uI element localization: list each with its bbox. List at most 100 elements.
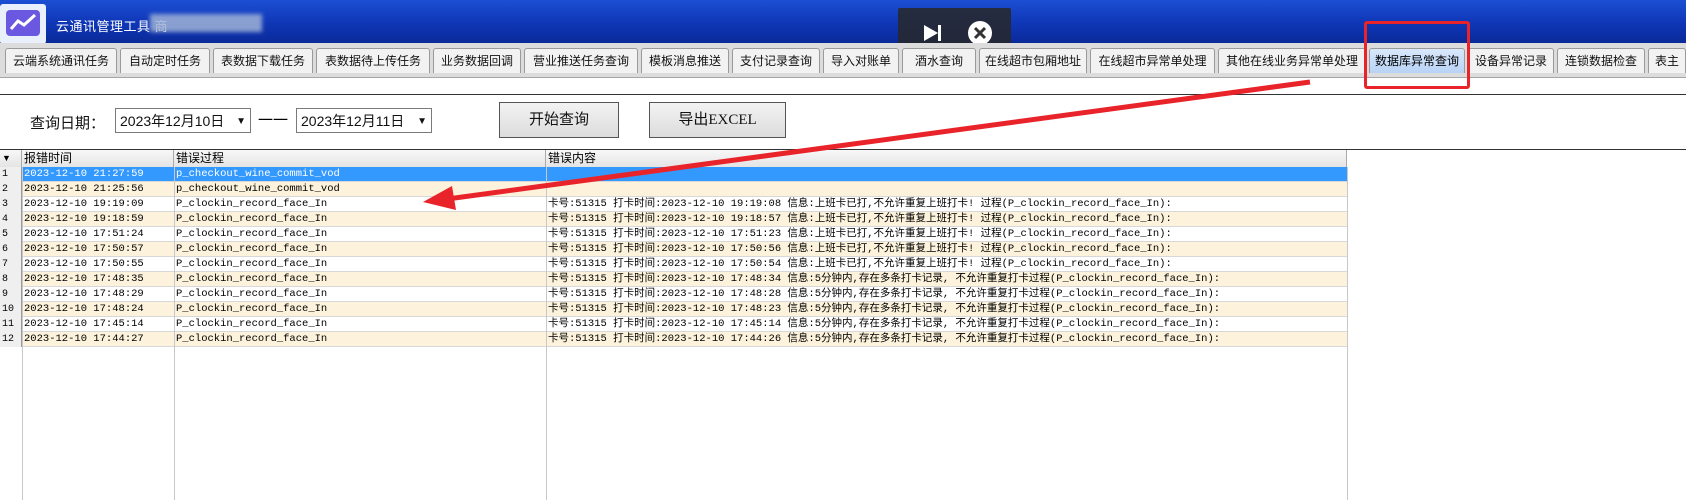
chevron-down-icon: ▼: [417, 116, 427, 127]
cell-process: P_clockin_record_face_In: [176, 273, 328, 285]
tab-chain-check[interactable]: 连锁数据检查: [1557, 48, 1645, 73]
cell-time: 2023-12-10 19:19:09: [24, 198, 144, 210]
col-divider: [174, 167, 175, 500]
cell-process: P_clockin_record_face_In: [176, 333, 328, 345]
tab-push-query[interactable]: 营业推送任务查询: [524, 48, 638, 73]
error-grid[interactable]: ▼ 报错时间 错误过程 错误内容 1 2023-12-10 21:27:59 p_c…: [0, 150, 1686, 500]
row-number: 6: [0, 242, 22, 257]
col-header-process[interactable]: 错误过程: [174, 150, 546, 167]
cell-time: 2023-12-10 17:50:57: [24, 243, 144, 255]
col-divider: [546, 167, 547, 500]
table-row[interactable]: 9 2023-12-10 17:48:29 P_clockin_record_fac…: [0, 287, 1347, 302]
end-date-value: 2023年12月11日: [301, 113, 405, 129]
tab-market-room[interactable]: 在线超市包厢地址: [979, 48, 1087, 73]
row-number: 1: [0, 167, 22, 182]
tab-business-callback[interactable]: 业务数据回调: [433, 48, 521, 73]
tab-other-exception[interactable]: 其他在线业务异常单处理: [1218, 48, 1366, 73]
tab-auto-timer[interactable]: 自动定时任务: [120, 48, 210, 73]
row-number: 3: [0, 197, 22, 212]
cell-time: 2023-12-10 17:50:55: [24, 258, 144, 270]
export-excel-button[interactable]: 导出EXCEL: [649, 102, 786, 138]
active-tab-highlight-box: [1364, 21, 1470, 89]
row-number: 9: [0, 287, 22, 302]
date-label: 查询日期：: [30, 115, 106, 132]
cell-time: 2023-12-10 17:51:24: [24, 228, 144, 240]
table-row[interactable]: 12 2023-12-10 17:44:27 P_clockin_record_fa…: [0, 332, 1347, 347]
cell-process: P_clockin_record_face_In: [176, 303, 328, 315]
cell-time: 2023-12-10 17:48:29: [24, 288, 144, 300]
cell-time: 2023-12-10 17:45:14: [24, 318, 144, 330]
tab-table-main[interactable]: 表主: [1648, 48, 1686, 73]
date-separator: 一一: [258, 112, 289, 129]
col-divider: [1347, 167, 1348, 500]
cell-time: 2023-12-10 17:48:35: [24, 273, 144, 285]
table-row[interactable]: 1 2023-12-10 21:27:59 p_checkout_wine_comm…: [0, 167, 1347, 182]
redacted-title-blur: [150, 14, 262, 32]
table-row[interactable]: 5 2023-12-10 17:51:24 P_clockin_record_fac…: [0, 227, 1347, 242]
start-date-picker[interactable]: 2023年12月10日 ▼: [115, 108, 251, 133]
cell-time: 2023-12-10 19:18:59: [24, 213, 144, 225]
cell-time: 2023-12-10 17:44:27: [24, 333, 144, 345]
table-row[interactable]: 10 2023-12-10 17:48:24 P_clockin_record_fa…: [0, 302, 1347, 317]
tab-import-statement[interactable]: 导入对账单: [823, 48, 899, 73]
row-number: 7: [0, 257, 22, 272]
col-header-time[interactable]: 报错时间: [22, 150, 174, 167]
cell-content: 卡号:51315 打卡时间:2023-12-10 17:48:28 信息:5分钟…: [548, 288, 1221, 300]
chevron-down-icon: ▼: [236, 116, 246, 127]
col-divider: [22, 167, 23, 500]
cell-process: P_clockin_record_face_In: [176, 318, 328, 330]
table-row[interactable]: 4 2023-12-10 19:18:59 P_clockin_record_fac…: [0, 212, 1347, 227]
cell-process: P_clockin_record_face_In: [176, 258, 328, 270]
start-date-value: 2023年12月10日: [120, 113, 225, 129]
end-date-picker[interactable]: 2023年12月11日 ▼: [296, 108, 432, 133]
start-query-button[interactable]: 开始查询: [499, 102, 619, 138]
tab-table-upload[interactable]: 表数据待上传任务: [316, 48, 430, 73]
row-number: 10: [0, 302, 22, 317]
row-number: 4: [0, 212, 22, 227]
table-row[interactable]: 3 2023-12-10 19:19:09 P_clockin_record_fac…: [0, 197, 1347, 212]
cell-content: 卡号:51315 打卡时间:2023-12-10 17:51:23 信息:上班卡…: [548, 228, 1172, 240]
cell-process: P_clockin_record_face_In: [176, 198, 328, 210]
table-row[interactable]: 7 2023-12-10 17:50:55 P_clockin_record_fac…: [0, 257, 1347, 272]
cell-content: 卡号:51315 打卡时间:2023-12-10 19:19:08 信息:上班卡…: [548, 198, 1172, 210]
row-number: 11: [0, 317, 22, 332]
cell-process: P_clockin_record_face_In: [176, 228, 328, 240]
query-panel: 查询日期： 2023年12月10日 ▼ 一一 2023年12月11日 ▼ 开始查询 …: [0, 94, 1686, 150]
grid-header: ▼ 报错时间 错误过程 错误内容: [0, 150, 1347, 168]
row-number: 8: [0, 272, 22, 287]
row-header-corner: ▼: [0, 150, 22, 167]
table-row[interactable]: 11 2023-12-10 17:45:14 P_clockin_record_fa…: [0, 317, 1347, 332]
row-number: 5: [0, 227, 22, 242]
cell-content: 卡号:51315 打卡时间:2023-12-10 17:50:54 信息:上班卡…: [548, 258, 1172, 270]
cell-content: 卡号:51315 打卡时间:2023-12-10 17:44:26 信息:5分钟…: [548, 333, 1221, 345]
table-row[interactable]: 8 2023-12-10 17:48:35 P_clockin_record_fac…: [0, 272, 1347, 287]
cell-time: 2023-12-10 21:25:56: [24, 183, 144, 195]
cell-content: [546, 182, 1347, 197]
cell-process: p_checkout_wine_commit_vod: [176, 168, 340, 180]
row-number: 2: [0, 182, 22, 197]
app-logo-icon: [0, 4, 46, 44]
tab-payment-query[interactable]: 支付记录查询: [732, 48, 820, 73]
cell-time: 2023-12-10 21:27:59: [24, 168, 144, 180]
cell-content: 卡号:51315 打卡时间:2023-12-10 17:48:23 信息:5分钟…: [548, 303, 1221, 315]
cell-process: P_clockin_record_face_In: [176, 243, 328, 255]
tab-market-exception[interactable]: 在线超市异常单处理: [1090, 48, 1215, 73]
table-row[interactable]: 6 2023-12-10 17:50:57 P_clockin_record_fac…: [0, 242, 1347, 257]
tab-drinks-query[interactable]: 酒水查询: [902, 48, 976, 73]
cell-process: P_clockin_record_face_In: [176, 213, 328, 225]
cell-content: 卡号:51315 打卡时间:2023-12-10 19:18:57 信息:上班卡…: [548, 213, 1172, 225]
tab-cloud-comm[interactable]: 云端系统通讯任务: [5, 48, 117, 73]
tab-device-exception[interactable]: 设备异常记录: [1468, 48, 1554, 73]
cell-process: P_clockin_record_face_In: [176, 288, 328, 300]
row-number: 12: [0, 332, 22, 347]
tab-template-push[interactable]: 模板消息推送: [641, 48, 729, 73]
cell-content: 卡号:51315 打卡时间:2023-12-10 17:50:56 信息:上班卡…: [548, 243, 1172, 255]
cell-content: 卡号:51315 打卡时间:2023-12-10 17:48:34 信息:5分钟…: [548, 273, 1221, 285]
cell-time: 2023-12-10 17:48:24: [24, 303, 144, 315]
cell-process: p_checkout_wine_commit_vod: [176, 183, 340, 195]
cell-content: [546, 167, 1347, 182]
col-header-content[interactable]: 错误内容: [546, 150, 1347, 167]
tab-table-download[interactable]: 表数据下载任务: [213, 48, 313, 73]
cell-content: 卡号:51315 打卡时间:2023-12-10 17:45:14 信息:5分钟…: [548, 318, 1221, 330]
table-row[interactable]: 2 2023-12-10 21:25:56 p_checkout_wine_comm…: [0, 182, 1347, 197]
